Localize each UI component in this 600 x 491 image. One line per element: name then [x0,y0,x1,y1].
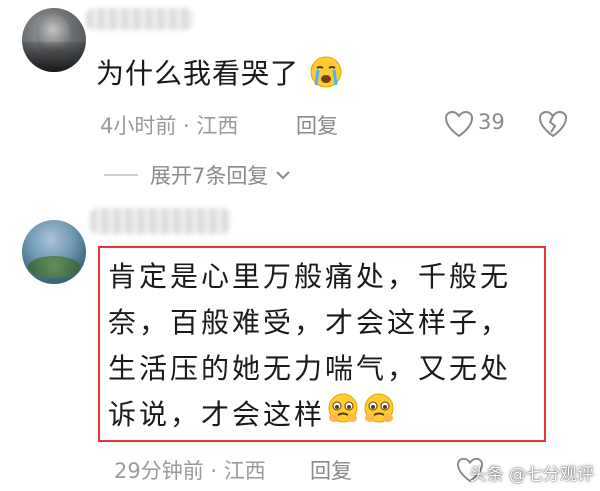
commenter-name-blurred[interactable] [90,208,230,234]
avatar-shade [22,42,86,72]
like-count: 39 [478,110,505,134]
comment-text-body: 为什么我看哭了 [96,57,300,90]
expand-replies-label: 展开7条回复 [150,164,269,188]
comment-text: 肯定是心里万般痛处，千般无奈，百般难受，才会这样子，生活压的她无力喘气，又无处诉… [108,254,538,440]
comment-timestamp-location: 4小时前 · 江西 [100,114,239,138]
crying-face-icon [325,392,361,440]
chevron-down-icon [276,171,291,180]
loudly-crying-face-icon [309,55,343,96]
reply-button[interactable]: 回复 [310,455,352,485]
commenter-avatar[interactable] [22,220,86,284]
reply-button[interactable]: 回复 [296,110,338,140]
expand-replies-button[interactable]: 展开7条回复 [104,160,292,190]
watermark: 头条 @七分观评 [469,465,594,485]
comment-text: 为什么我看哭了 [96,52,343,96]
comment-timestamp-location: 29分钟前 · 江西 [114,459,266,483]
divider-line [104,174,138,176]
crying-face-icon [361,392,397,440]
commenter-avatar[interactable] [22,8,86,72]
commenter-name-blurred[interactable] [86,8,194,30]
comment-text-body: 肯定是心里万般痛处，千般无奈，百般难受，才会这样子，生活压的她无力喘气，又无处诉… [108,260,512,431]
broken-heart-icon[interactable] [538,110,568,138]
avatar-foliage [28,256,80,278]
heart-icon[interactable] [444,110,474,138]
